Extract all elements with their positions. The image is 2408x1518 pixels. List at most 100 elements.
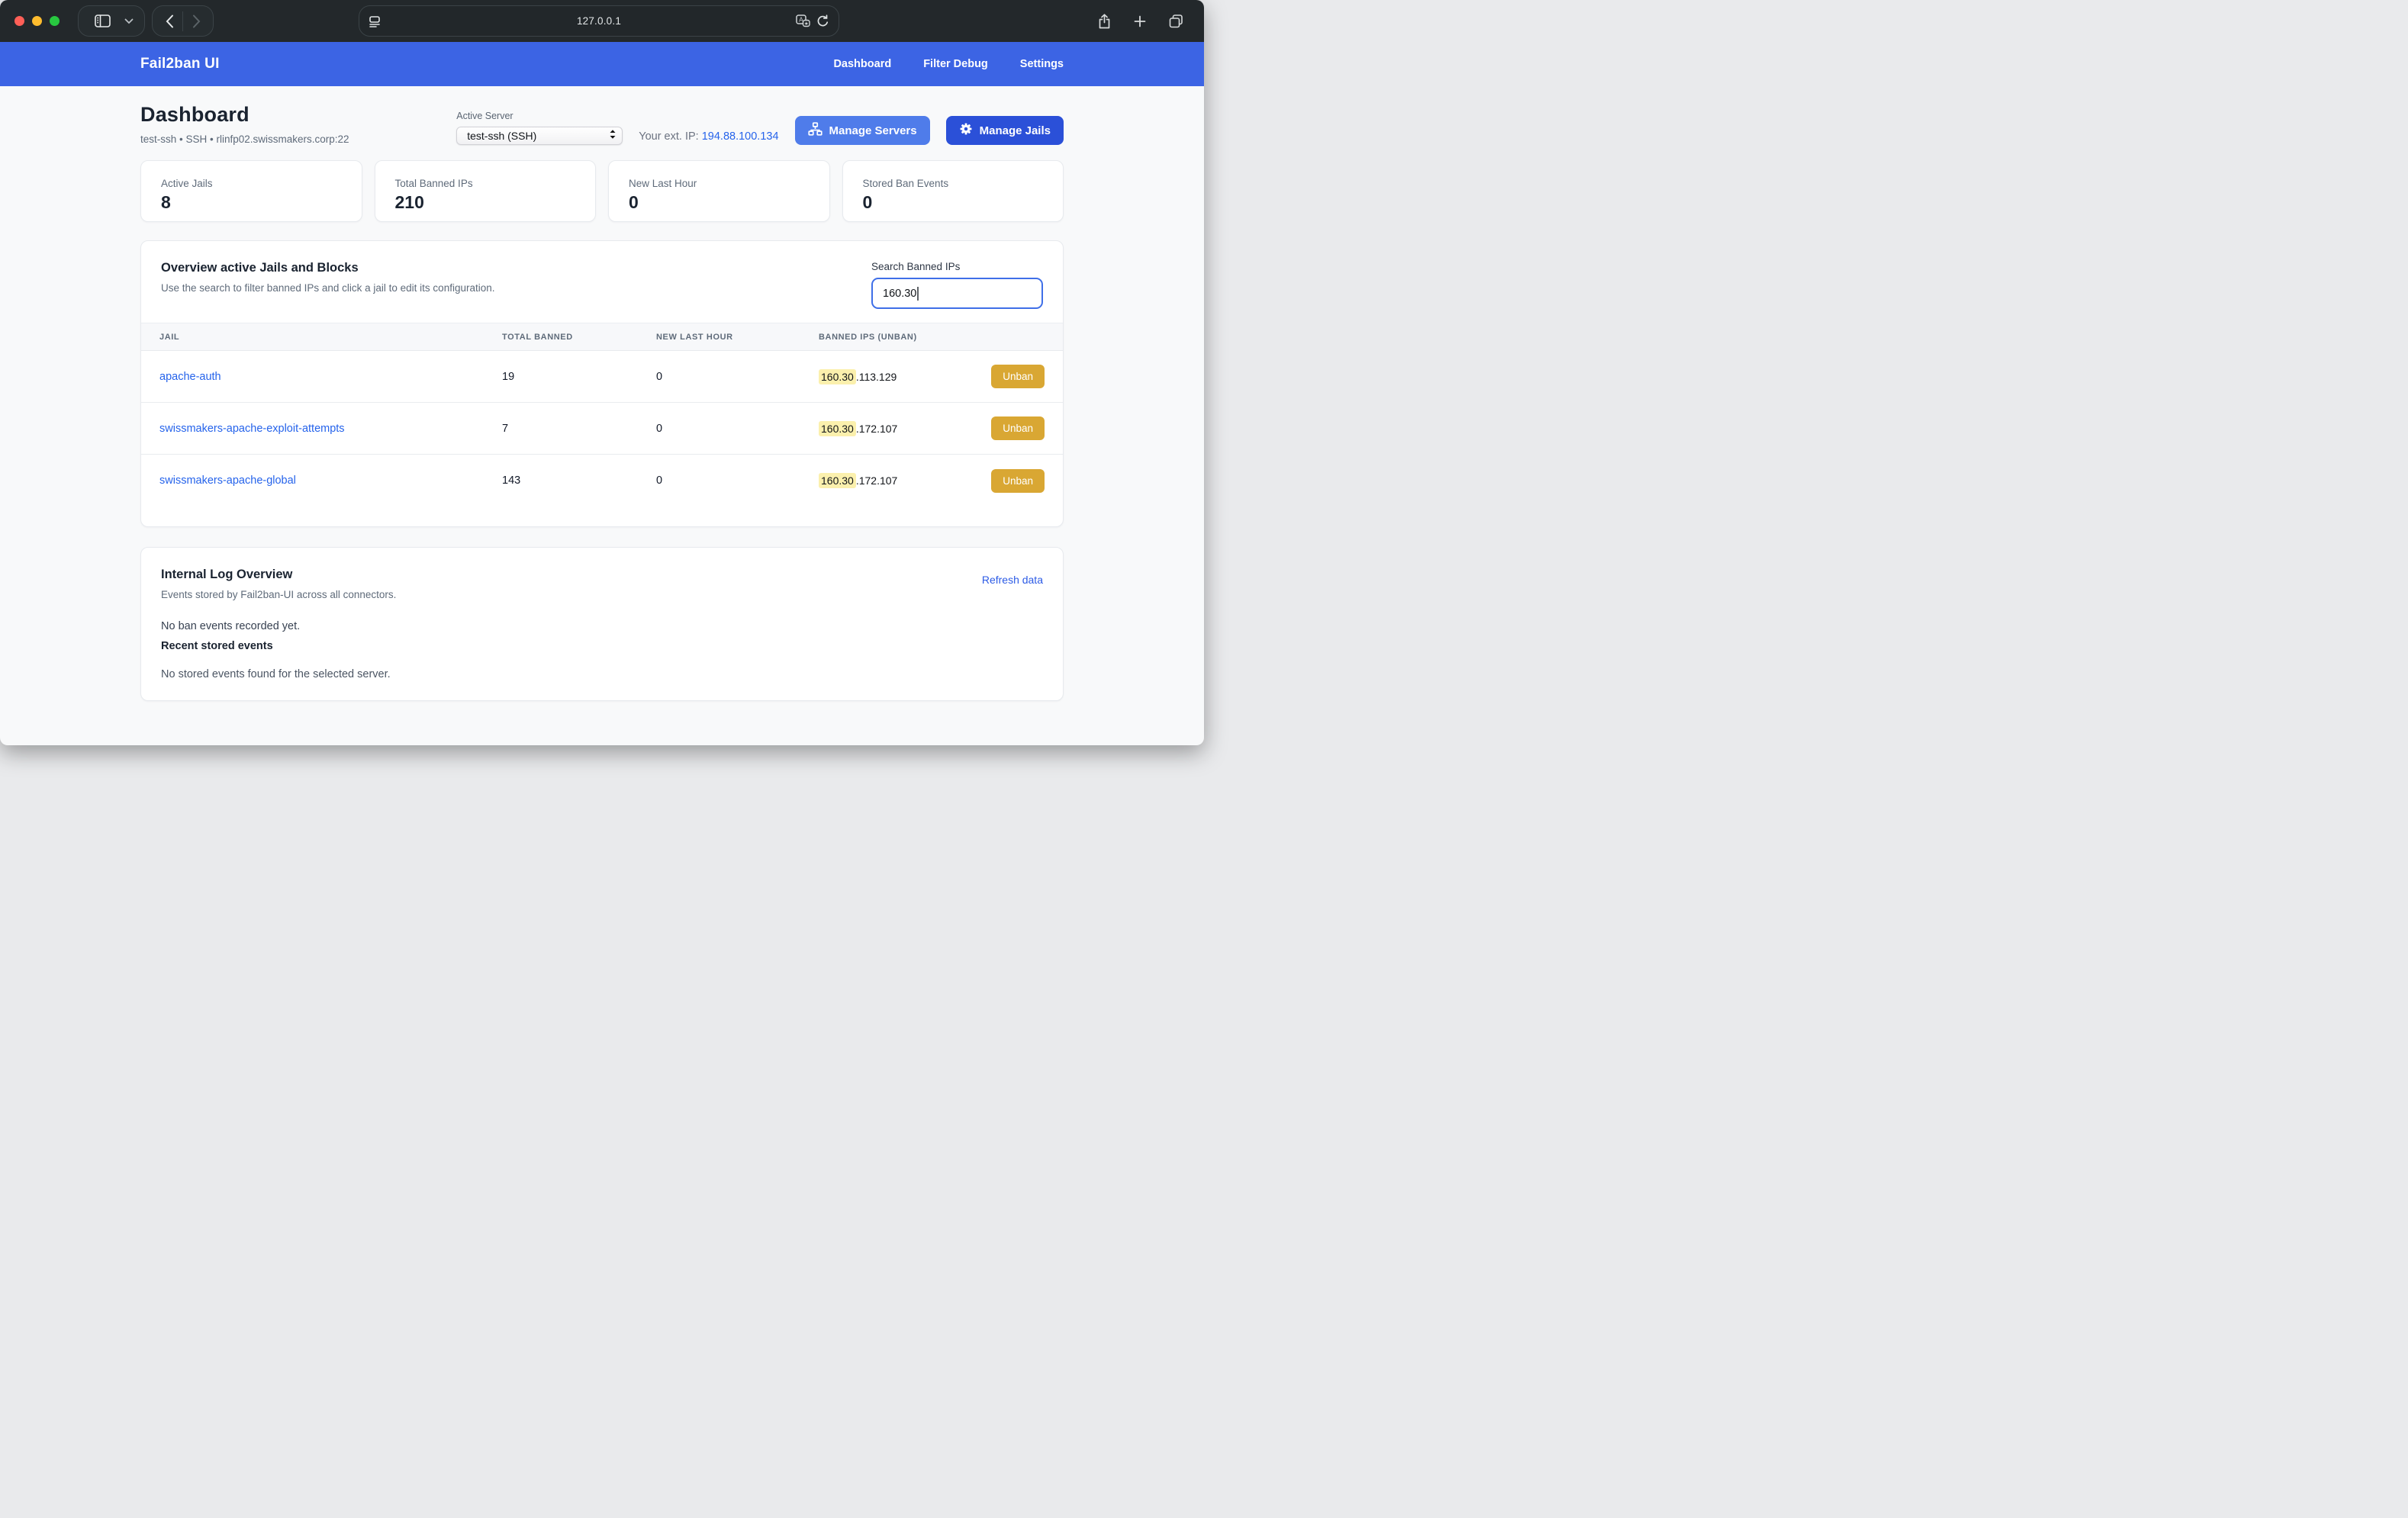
- sidebar-toggle-icon: [95, 14, 111, 27]
- column-header-banned-ips: BANNED IPS (UNBAN): [819, 333, 1045, 342]
- sidebar-controls: [78, 5, 145, 37]
- page-title: Dashboard: [140, 103, 349, 127]
- manage-jails-label: Manage Jails: [980, 124, 1051, 137]
- url-text[interactable]: 127.0.0.1: [359, 15, 839, 27]
- total-banned-value: 7: [502, 423, 656, 435]
- total-banned-value: 19: [502, 371, 656, 383]
- ip-search-highlight: 160.30: [819, 473, 856, 488]
- sidebar-toggle-button[interactable]: [89, 8, 115, 34]
- window-controls: [14, 16, 60, 26]
- log-title: Internal Log Overview: [161, 568, 396, 582]
- nav-link-settings[interactable]: Settings: [1020, 58, 1064, 70]
- jail-link[interactable]: swissmakers-apache-global: [159, 474, 502, 487]
- stat-cards: Active Jails 8 Total Banned IPs 210 New …: [140, 160, 1064, 222]
- column-header-jail: JAIL: [159, 333, 502, 342]
- stat-card-total-banned: Total Banned IPs 210: [375, 160, 597, 222]
- stat-label: Stored Ban Events: [863, 178, 1044, 189]
- tabs-overview-icon: [1169, 14, 1183, 28]
- new-last-hour-value: 0: [656, 474, 819, 487]
- no-stored-events-text: No stored events found for the selected …: [161, 668, 1043, 680]
- external-ip-label: Your ext. IP:: [639, 130, 698, 143]
- column-header-total-banned: TOTAL BANNED: [502, 333, 656, 342]
- reload-icon[interactable]: [816, 14, 829, 28]
- share-button[interactable]: [1091, 8, 1117, 34]
- stat-label: Total Banned IPs: [395, 178, 576, 189]
- ip-search-highlight: 160.30: [819, 369, 856, 384]
- share-icon: [1098, 14, 1111, 29]
- total-banned-value: 143: [502, 474, 656, 487]
- ip-rest: .113.129: [856, 371, 897, 383]
- ip-search-highlight: 160.30: [819, 421, 856, 436]
- address-bar[interactable]: 127.0.0.1 A ★: [359, 5, 839, 37]
- jails-table-header: JAIL TOTAL BANNED NEW LAST HOUR BANNED I…: [141, 323, 1063, 351]
- jails-table: JAIL TOTAL BANNED NEW LAST HOUR BANNED I…: [141, 323, 1063, 507]
- unban-button[interactable]: Unban: [991, 365, 1045, 388]
- external-ip-value[interactable]: 194.88.100.134: [702, 130, 779, 143]
- unban-button[interactable]: Unban: [991, 416, 1045, 440]
- browser-toolbar: 127.0.0.1 A ★: [0, 0, 1204, 42]
- external-ip: Your ext. IP: 194.88.100.134: [639, 130, 778, 143]
- new-last-hour-value: 0: [656, 371, 819, 383]
- chevron-left-icon: [166, 14, 174, 28]
- chevron-down-icon[interactable]: [124, 18, 134, 24]
- forward-button[interactable]: [183, 8, 209, 34]
- zoom-window-button[interactable]: [50, 16, 60, 26]
- unban-button[interactable]: Unban: [991, 469, 1045, 493]
- table-row: swissmakers-apache-global 143 0 160.30.1…: [141, 455, 1063, 507]
- nav-link-filter-debug[interactable]: Filter Debug: [923, 58, 988, 70]
- translate-icon[interactable]: A ★: [796, 14, 810, 27]
- stat-label: Active Jails: [161, 178, 342, 189]
- page-header: Dashboard test-ssh • SSH • rlinfp02.swis…: [140, 103, 1064, 145]
- stat-card-stored-ban-events: Stored Ban Events 0: [842, 160, 1064, 222]
- internal-log-panel: Internal Log Overview Events stored by F…: [140, 547, 1064, 701]
- gear-icon: [959, 122, 973, 139]
- back-button[interactable]: [156, 8, 182, 34]
- active-server-select[interactable]: test-ssh (SSH): [456, 127, 623, 145]
- sitemap-icon: [808, 122, 823, 139]
- stat-card-active-jails: Active Jails 8: [140, 160, 362, 222]
- overview-title: Overview active Jails and Blocks: [161, 261, 494, 275]
- stat-card-new-last-hour: New Last Hour 0: [608, 160, 830, 222]
- search-banned-ips-label: Search Banned IPs: [871, 261, 960, 272]
- refresh-data-link[interactable]: Refresh data: [982, 574, 1043, 600]
- stat-label: New Last Hour: [629, 178, 810, 189]
- nav-link-dashboard[interactable]: Dashboard: [833, 58, 891, 70]
- jail-link[interactable]: apache-auth: [159, 371, 502, 383]
- close-window-button[interactable]: [14, 16, 24, 26]
- stat-value: 8: [161, 192, 342, 213]
- ip-rest: .172.107: [856, 423, 898, 435]
- table-row: apache-auth 19 0 160.30.113.129 Unban: [141, 351, 1063, 403]
- manage-servers-button[interactable]: Manage Servers: [795, 116, 930, 145]
- ip-rest: .172.107: [856, 474, 898, 487]
- text-caret: [917, 287, 919, 301]
- jail-link[interactable]: swissmakers-apache-exploit-attempts: [159, 423, 502, 435]
- stat-value: 0: [629, 192, 810, 213]
- overview-panel: Overview active Jails and Blocks Use the…: [140, 240, 1064, 527]
- manage-jails-button[interactable]: Manage Jails: [946, 116, 1064, 145]
- app-navbar: Fail2ban UI Dashboard Filter Debug Setti…: [0, 42, 1204, 86]
- banned-ip: 160.30.113.129: [819, 371, 897, 383]
- browser-window: 127.0.0.1 A ★: [0, 0, 1204, 745]
- chevron-right-icon: [192, 14, 201, 28]
- no-ban-events-text: No ban events recorded yet.: [161, 620, 1043, 632]
- minimize-window-button[interactable]: [32, 16, 42, 26]
- recent-stored-events-title: Recent stored events: [161, 640, 1043, 652]
- app-brand[interactable]: Fail2ban UI: [140, 56, 220, 72]
- active-server-label: Active Server: [456, 111, 623, 121]
- manage-servers-label: Manage Servers: [829, 124, 917, 137]
- column-header-new-last-hour: NEW LAST HOUR: [656, 333, 819, 342]
- tabs-overview-button[interactable]: [1163, 8, 1189, 34]
- history-nav: [152, 5, 214, 37]
- stat-value: 0: [863, 192, 1044, 213]
- svg-text:★: ★: [804, 21, 809, 27]
- new-tab-button[interactable]: [1127, 8, 1153, 34]
- search-banned-ips-input[interactable]: 160.30: [871, 278, 1043, 309]
- select-arrows-icon: [608, 127, 617, 145]
- banned-ip: 160.30.172.107: [819, 474, 897, 487]
- active-server-value: test-ssh (SSH): [467, 130, 608, 142]
- overview-subtitle: Use the search to filter banned IPs and …: [161, 282, 494, 294]
- new-last-hour-value: 0: [656, 423, 819, 435]
- log-subtitle: Events stored by Fail2ban-UI across all …: [161, 589, 396, 600]
- reader-view-icon[interactable]: [369, 14, 381, 28]
- new-tab-icon: [1134, 15, 1146, 27]
